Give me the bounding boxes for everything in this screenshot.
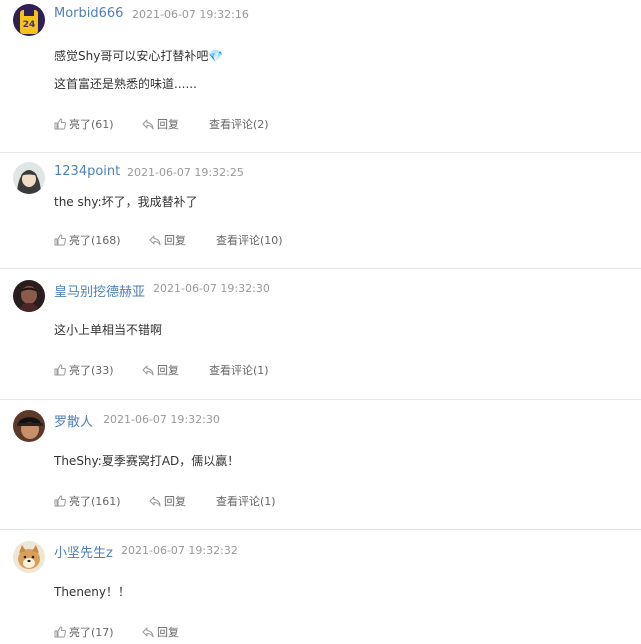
view-comments-count: (1): [260, 495, 276, 508]
comment-text: Theneny！！: [54, 585, 131, 599]
comment-text: the shy:坏了，我成替补了: [54, 195, 198, 209]
lakers-jersey-avatar-icon: 24: [13, 4, 45, 36]
view-comments-button[interactable]: 查看评论(1): [209, 363, 269, 379]
reply-button[interactable]: 回复: [142, 363, 179, 379]
like-label: 亮了: [69, 118, 91, 131]
like-count: (33): [91, 364, 114, 377]
thumb-up-icon: [54, 118, 66, 130]
view-comments-button[interactable]: 查看评论(2): [209, 117, 269, 133]
anime-girl-avatar-icon: [13, 162, 45, 194]
like-label: 亮了: [69, 495, 91, 508]
comment-item: 小坚先生z 2021-06-07 19:32:32 Theneny！！ 亮了(1…: [0, 530, 641, 644]
comment-item: 罗散人 2021-06-07 19:32:30 TheShy:夏季赛窝打AD，儒…: [0, 400, 641, 530]
thumb-up-icon: [54, 495, 66, 507]
thumb-up-icon: [54, 234, 66, 246]
comment-text: 感觉Shy哥可以安心打替补吧💎: [54, 49, 224, 63]
username[interactable]: 1234point: [54, 164, 120, 179]
reply-button[interactable]: 回复: [142, 625, 179, 641]
timestamp: 2021-06-07 19:32:16: [132, 8, 249, 21]
like-button[interactable]: 亮了(168): [54, 233, 121, 249]
reply-label: 回复: [164, 495, 186, 508]
view-comments-button[interactable]: 查看评论(1): [216, 494, 276, 510]
reply-arrow-icon: [142, 364, 154, 376]
reply-arrow-icon: [149, 234, 161, 246]
view-comments-count: (2): [253, 118, 269, 131]
cap-man-avatar-icon: [13, 410, 45, 442]
reply-button[interactable]: 回复: [149, 494, 186, 510]
username[interactable]: 小坚先生z: [54, 542, 113, 561]
reply-label: 回复: [157, 626, 179, 639]
username[interactable]: 皇马别挖德赫亚: [54, 281, 145, 300]
avatar[interactable]: 24: [13, 4, 45, 36]
avatar[interactable]: [13, 541, 45, 573]
reply-arrow-icon: [149, 495, 161, 507]
comment-item: 1234point 2021-06-07 19:32:25 the shy:坏了…: [0, 153, 641, 269]
view-comments-count: (1): [253, 364, 269, 377]
avatar[interactable]: [13, 162, 45, 194]
reply-label: 回复: [164, 234, 186, 247]
comment-text: 这小上单相当不错啊: [54, 323, 163, 337]
view-comments-button[interactable]: 查看评论(10): [216, 233, 283, 249]
reply-arrow-icon: [142, 626, 154, 638]
username[interactable]: 罗散人: [54, 411, 93, 430]
svg-text:24: 24: [23, 20, 36, 30]
username[interactable]: Morbid666: [54, 6, 123, 21]
thumb-up-icon: [54, 364, 66, 376]
reply-button[interactable]: 回复: [149, 233, 186, 249]
like-label: 亮了: [69, 234, 91, 247]
reply-label: 回复: [157, 364, 179, 377]
like-count: (161): [91, 495, 121, 508]
dark-portrait-avatar-icon: [13, 280, 45, 312]
like-label: 亮了: [69, 626, 91, 639]
timestamp: 2021-06-07 19:32:25: [127, 166, 244, 179]
like-button[interactable]: 亮了(161): [54, 494, 121, 510]
timestamp: 2021-06-07 19:32:30: [103, 413, 220, 426]
like-count: (168): [91, 234, 121, 247]
like-label: 亮了: [69, 364, 91, 377]
reply-label: 回复: [157, 118, 179, 131]
reply-arrow-icon: [142, 118, 154, 130]
like-button[interactable]: 亮了(61): [54, 117, 114, 133]
timestamp: 2021-06-07 19:32:30: [153, 282, 270, 295]
like-button[interactable]: 亮了(33): [54, 363, 114, 379]
shiba-dog-avatar-icon: [13, 541, 45, 573]
comment-text: 这首富还是熟悉的味道......: [54, 77, 197, 91]
like-count: (17): [91, 626, 114, 639]
like-button[interactable]: 亮了(17): [54, 625, 114, 641]
avatar[interactable]: [13, 410, 45, 442]
avatar[interactable]: [13, 280, 45, 312]
comment-item: 皇马别挖德赫亚 2021-06-07 19:32:30 这小上单相当不错啊 亮了…: [0, 269, 641, 400]
thumb-up-icon: [54, 626, 66, 638]
view-comments-label: 查看评论: [216, 234, 260, 247]
reply-button[interactable]: 回复: [142, 117, 179, 133]
view-comments-label: 查看评论: [216, 495, 260, 508]
timestamp: 2021-06-07 19:32:32: [121, 544, 238, 557]
view-comments-label: 查看评论: [209, 118, 253, 131]
view-comments-label: 查看评论: [209, 364, 253, 377]
like-count: (61): [91, 118, 114, 131]
view-comments-count: (10): [260, 234, 283, 247]
comment-item: 24 Morbid666 2021-06-07 19:32:16 感觉Shy哥可…: [0, 0, 641, 153]
comment-text: TheShy:夏季赛窝打AD，儒以赢！: [54, 454, 240, 468]
